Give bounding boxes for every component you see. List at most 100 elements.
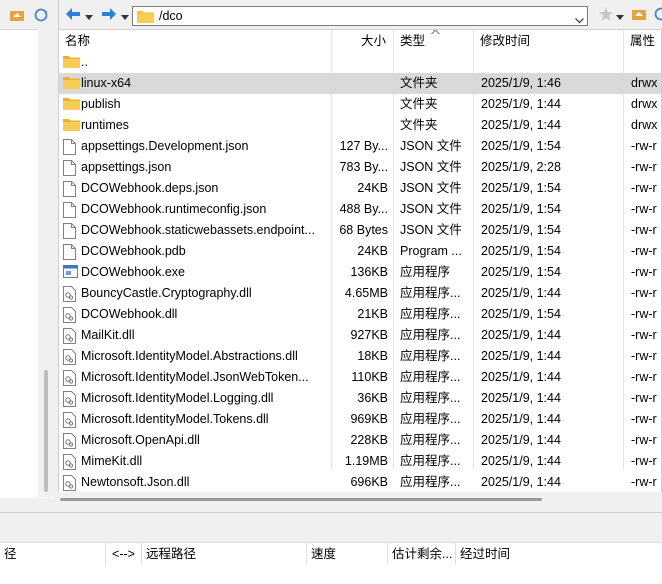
folder-icon — [63, 97, 80, 111]
file-type: 文件夹 — [400, 97, 438, 111]
table-row[interactable]: Newtonsoft.Json.dll 696KB 应用程序... 2025/1/9,… — [59, 472, 661, 493]
file-attrs: -rw-r — [631, 181, 657, 195]
horizontal-scrollbar-thumb[interactable] — [60, 498, 542, 501]
table-row[interactable]: Microsoft.IdentityModel.Tokens.dll 969KB 应… — [59, 409, 661, 430]
table-row[interactable]: .. — [59, 52, 661, 73]
file-name: MimeKit.dll — [81, 454, 143, 468]
table-row[interactable]: Microsoft.IdentityModel.JsonWebToken... 1… — [59, 367, 661, 388]
table-row[interactable]: linux-x64 文件夹 2025/1/9, 1:46 drwx — [59, 73, 661, 94]
file-modified: 2025/1/9, 1:44 — [481, 118, 561, 132]
file-type: 应用程序... — [400, 286, 461, 300]
table-row[interactable]: BouncyCastle.Cryptography.dll 4.65MB 应用程序.… — [59, 283, 661, 304]
table-row[interactable]: publish 文件夹 2025/1/9, 1:44 drwx — [59, 94, 661, 115]
file-modified: 2025/1/9, 1:54 — [481, 244, 561, 258]
file-type: 应用程序... — [400, 370, 461, 384]
chevron-down-icon[interactable] — [575, 13, 584, 27]
file-modified: 2025/1/9, 1:44 — [481, 349, 561, 363]
file-name: DCOWebhook.runtimeconfig.json — [81, 202, 267, 216]
table-row[interactable]: DCOWebhook.pdb 24KB Program ... 2025/1/9, 1… — [59, 241, 661, 262]
bookmark-dropdown-icon[interactable] — [616, 10, 624, 24]
table-row[interactable]: MimeKit.dll 1.19MB 应用程序... 2025/1/9, 1:44 -r… — [59, 451, 661, 472]
file-type: JSON 文件 — [400, 181, 462, 195]
remote-file-list[interactable]: 名称 大小 类型 修改时间 属性 .. linux-x64 文件夹 2025/1/9,… — [58, 29, 662, 497]
file-name: publish — [81, 97, 121, 111]
file-attrs: -rw-r — [631, 160, 657, 174]
file-name: BouncyCastle.Cryptography.dll — [81, 286, 252, 300]
table-row[interactable]: appsettings.json 783 By... JSON 文件 2025/1/9… — [59, 157, 661, 178]
table-row[interactable]: DCOWebhook.deps.json 24KB JSON 文件 2025/1/9,… — [59, 178, 661, 199]
dll-icon — [63, 286, 79, 302]
file-size: 927KB — [350, 328, 388, 342]
file-name: linux-x64 — [81, 76, 132, 90]
folder-icon — [63, 55, 80, 69]
file-name: MailKit.dll — [81, 328, 135, 342]
file-name: .. — [81, 55, 88, 69]
forward-dropdown-icon[interactable] — [121, 10, 129, 24]
table-row[interactable]: DCOWebhook.dll 21KB 应用程序... 2025/1/9, 1:54 -… — [59, 304, 661, 325]
back-arrow-icon[interactable] — [64, 6, 82, 25]
file-name: DCOWebhook.deps.json — [81, 181, 219, 195]
file-attrs: -rw-r — [631, 454, 657, 468]
table-row[interactable]: DCOWebhook.staticwebassets.endpoint... 68… — [59, 220, 661, 241]
queue-column-elapsed[interactable]: 经过时间 — [456, 543, 662, 565]
file-size: 783 By... — [339, 160, 388, 174]
file-size — [332, 52, 388, 73]
table-row[interactable]: MailKit.dll 927KB 应用程序... 2025/1/9, 1:44 -rw… — [59, 325, 661, 346]
dll-icon — [63, 454, 79, 470]
file-attrs: -rw-r — [631, 370, 657, 384]
dll-icon — [63, 349, 79, 365]
queue-column-remote-path[interactable]: 远程路径 — [142, 543, 307, 565]
dll-icon — [63, 433, 79, 449]
file-size: 969KB — [350, 412, 388, 426]
file-size: 696KB — [350, 475, 388, 489]
local-scrollbar-thumb[interactable] — [44, 370, 48, 492]
remote-path-value: /dco — [159, 9, 183, 23]
file-modified: 2025/1/9, 1:44 — [481, 328, 561, 342]
file-attrs: -rw-r — [631, 265, 657, 279]
file-modified: 2025/1/9, 1:54 — [481, 223, 561, 237]
local-toolbar — [0, 0, 54, 29]
bookmark-star-icon[interactable] — [598, 6, 614, 25]
table-row[interactable]: Microsoft.IdentityModel.Logging.dll 36KB 应… — [59, 388, 661, 409]
file-type — [400, 52, 472, 73]
home-folder-icon[interactable] — [631, 6, 647, 25]
table-row[interactable]: Microsoft.IdentityModel.Abstractions.dll… — [59, 346, 661, 367]
file-name: DCOWebhook.dll — [81, 307, 178, 321]
file-modified: 2025/1/9, 1:44 — [481, 286, 561, 300]
forward-arrow-icon[interactable] — [100, 6, 118, 25]
table-row[interactable]: runtimes 文件夹 2025/1/9, 1:44 drwx — [59, 115, 661, 136]
file-attrs: -rw-r — [631, 244, 657, 258]
file-size: 21KB — [357, 307, 388, 321]
back-dropdown-icon[interactable] — [85, 10, 93, 24]
file-modified: 2025/1/9, 1:54 — [481, 202, 561, 216]
file-size: 18KB — [357, 349, 388, 363]
refresh-icon[interactable] — [33, 7, 49, 23]
file-type: JSON 文件 — [400, 139, 462, 153]
queue-column-direction[interactable]: <--> — [106, 543, 142, 565]
dll-icon — [63, 328, 79, 344]
file-attrs: -rw-r — [631, 286, 657, 300]
table-row[interactable]: DCOWebhook.exe 136KB 应用程序 2025/1/9, 1:54 -rw… — [59, 262, 661, 283]
queue-column-eta[interactable]: 估计剩余... — [388, 543, 456, 565]
splitter-panel — [0, 512, 662, 543]
file-name: Newtonsoft.Json.dll — [81, 475, 190, 489]
queue-column-local-path[interactable]: 径 — [0, 543, 106, 565]
file-modified: 2025/1/9, 1:44 — [481, 412, 561, 426]
file-attrs: -rw-r — [631, 412, 657, 426]
table-row[interactable]: DCOWebhook.runtimeconfig.json 488 By... JS… — [59, 199, 661, 220]
file-icon — [63, 181, 79, 197]
file-attrs: -rw-r — [631, 139, 657, 153]
transfer-queue-list[interactable] — [0, 565, 662, 584]
file-icon — [63, 223, 79, 239]
file-type: 应用程序... — [400, 475, 461, 489]
home-folder-icon[interactable] — [9, 7, 25, 23]
table-row[interactable]: appsettings.Development.json 127 By... JSO… — [59, 136, 661, 157]
file-name: runtimes — [81, 118, 129, 132]
refresh-icon[interactable] — [653, 6, 662, 25]
queue-column-speed[interactable]: 速度 — [307, 543, 388, 565]
file-size — [332, 115, 388, 136]
file-icon — [63, 160, 79, 176]
file-modified: 2025/1/9, 1:44 — [481, 454, 561, 468]
table-row[interactable]: Microsoft.OpenApi.dll 228KB 应用程序... 2025/1/… — [59, 430, 661, 451]
remote-path-combobox[interactable]: /dco — [132, 6, 588, 26]
